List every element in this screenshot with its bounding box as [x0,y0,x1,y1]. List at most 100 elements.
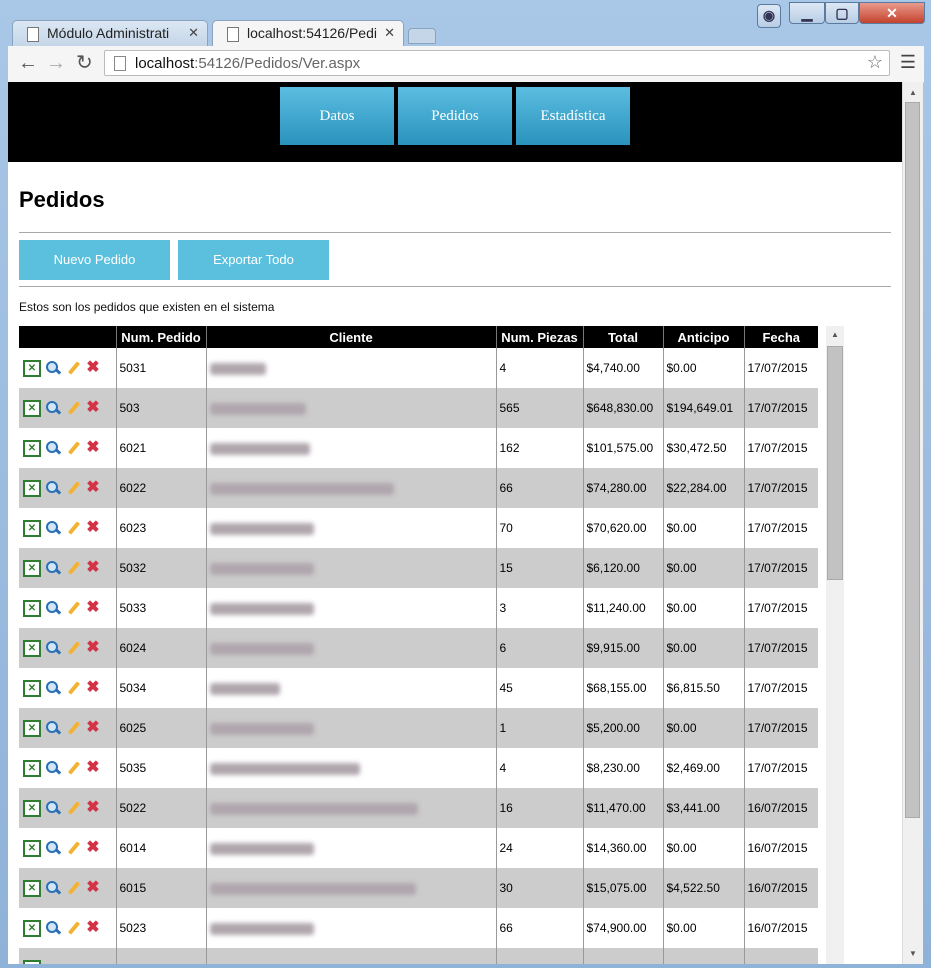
edit-pencil-icon[interactable] [65,640,81,656]
forward-arrow-icon[interactable]: → [46,52,66,74]
new-tab-button[interactable] [408,28,436,44]
delete-x-icon[interactable]: ✖ [85,920,101,936]
delete-x-icon[interactable]: ✖ [85,520,101,536]
col-header-total[interactable]: Total [582,326,663,348]
delete-x-icon[interactable]: ✖ [85,600,101,616]
excel-export-icon[interactable]: ✕ [23,519,41,537]
col-header-anticipo[interactable]: Anticipo [662,326,744,348]
edit-pencil-icon[interactable] [65,800,81,816]
table-scrollbar[interactable]: ▲ [826,326,844,964]
nav-datos[interactable]: Datos [280,87,394,145]
page-scrollbar-thumb[interactable] [905,102,920,818]
edit-pencil-icon[interactable] [65,920,81,936]
edit-pencil-icon[interactable] [65,680,81,696]
delete-x-icon[interactable]: ✖ [85,440,101,456]
view-magnifier-icon[interactable] [45,920,61,936]
scroll-up-icon[interactable]: ▲ [826,330,844,339]
view-magnifier-icon[interactable] [45,720,61,736]
view-magnifier-icon[interactable] [45,520,61,536]
col-header-fecha[interactable]: Fecha [743,326,818,348]
delete-x-icon[interactable]: ✖ [85,680,101,696]
edit-pencil-icon[interactable] [65,440,81,456]
view-magnifier-icon[interactable] [45,640,61,656]
cell-piezas: 16 [495,788,583,828]
excel-export-icon[interactable]: ✕ [23,639,41,657]
menu-icon[interactable]: ☰ [900,52,916,73]
cell-total: $6,120.00 [582,548,663,588]
back-arrow-icon[interactable]: ← [18,52,38,74]
excel-export-icon[interactable]: ✕ [23,679,41,697]
tab-admin-module[interactable]: Módulo Administrati ✕ [12,20,208,46]
excel-export-icon[interactable]: ✕ [23,399,41,417]
excel-export-icon[interactable]: ✕ [23,879,41,897]
col-header-cliente[interactable]: Cliente [205,326,496,348]
excel-export-icon[interactable]: ✕ [23,719,41,737]
close-tab-icon[interactable]: ✕ [384,25,395,41]
view-magnifier-icon[interactable] [45,800,61,816]
cell-pedido: 6014 [115,828,206,868]
table-scrollbar-thumb[interactable] [827,346,843,580]
edit-pencil-icon[interactable] [65,560,81,576]
delete-x-icon[interactable]: ✖ [85,560,101,576]
edit-pencil-icon[interactable] [65,520,81,536]
excel-export-icon[interactable]: ✕ [23,479,41,497]
tab-pedidos[interactable]: localhost:54126/Pedi ✕ [212,20,404,47]
edit-pencil-icon[interactable] [65,840,81,856]
view-magnifier-icon[interactable] [45,760,61,776]
excel-export-icon[interactable]: ✕ [23,839,41,857]
nav-estadistica[interactable]: Estadística [516,87,630,145]
user-icon[interactable]: ◉ [757,4,781,28]
delete-x-icon[interactable]: ✖ [85,760,101,776]
delete-x-icon[interactable]: ✖ [85,840,101,856]
scroll-up-icon[interactable]: ▲ [903,88,923,97]
page-scrollbar[interactable]: ▲ ▼ [902,82,923,964]
view-magnifier-icon[interactable] [45,480,61,496]
close-window-button[interactable]: ✕ [859,2,925,24]
excel-export-icon[interactable]: ✕ [23,599,41,617]
delete-x-icon[interactable]: ✖ [85,720,101,736]
maximize-button[interactable]: ▢ [825,2,859,24]
view-magnifier-icon[interactable] [45,680,61,696]
edit-pencil-icon[interactable] [65,480,81,496]
edit-pencil-icon[interactable] [65,400,81,416]
excel-export-icon[interactable]: ✕ [23,959,41,964]
delete-x-icon[interactable]: ✖ [85,800,101,816]
cell-total: $8,230.00 [582,748,663,788]
excel-export-icon[interactable]: ✕ [23,799,41,817]
col-header-piezas[interactable]: Num. Piezas [495,326,583,348]
view-magnifier-icon[interactable] [45,840,61,856]
edit-pencil-icon[interactable] [65,600,81,616]
new-order-button[interactable]: Nuevo Pedido [19,240,170,280]
bookmark-star-icon[interactable]: ☆ [867,52,883,73]
edit-pencil-icon[interactable] [65,880,81,896]
view-magnifier-icon[interactable] [45,400,61,416]
edit-pencil-icon[interactable] [65,360,81,376]
view-magnifier-icon[interactable] [45,360,61,376]
view-magnifier-icon[interactable] [45,560,61,576]
reload-icon[interactable]: ↻ [76,52,93,74]
delete-x-icon[interactable]: ✖ [85,880,101,896]
edit-pencil-icon[interactable] [65,760,81,776]
excel-export-icon[interactable]: ✕ [23,439,41,457]
view-magnifier-icon[interactable] [45,600,61,616]
col-header-pedido[interactable]: Num. Pedido [115,326,206,348]
export-all-button[interactable]: Exportar Todo [178,240,329,280]
edit-pencil-icon[interactable] [65,720,81,736]
scroll-down-icon[interactable]: ▼ [903,949,923,958]
delete-x-icon[interactable]: ✖ [85,360,101,376]
redacted-client-name [209,882,416,895]
excel-export-icon[interactable]: ✕ [23,359,41,377]
address-bar[interactable]: localhost:54126/Pedidos/Ver.aspx ☆ [104,50,890,76]
minimize-button[interactable]: ▁ [789,2,825,24]
cell-pedido: 6022 [115,468,206,508]
nav-pedidos[interactable]: Pedidos [398,87,512,145]
excel-export-icon[interactable]: ✕ [23,759,41,777]
excel-export-icon[interactable]: ✕ [23,559,41,577]
view-magnifier-icon[interactable] [45,880,61,896]
delete-x-icon[interactable]: ✖ [85,480,101,496]
delete-x-icon[interactable]: ✖ [85,640,101,656]
view-magnifier-icon[interactable] [45,440,61,456]
excel-export-icon[interactable]: ✕ [23,919,41,937]
close-tab-icon[interactable]: ✕ [188,25,199,41]
delete-x-icon[interactable]: ✖ [85,400,101,416]
